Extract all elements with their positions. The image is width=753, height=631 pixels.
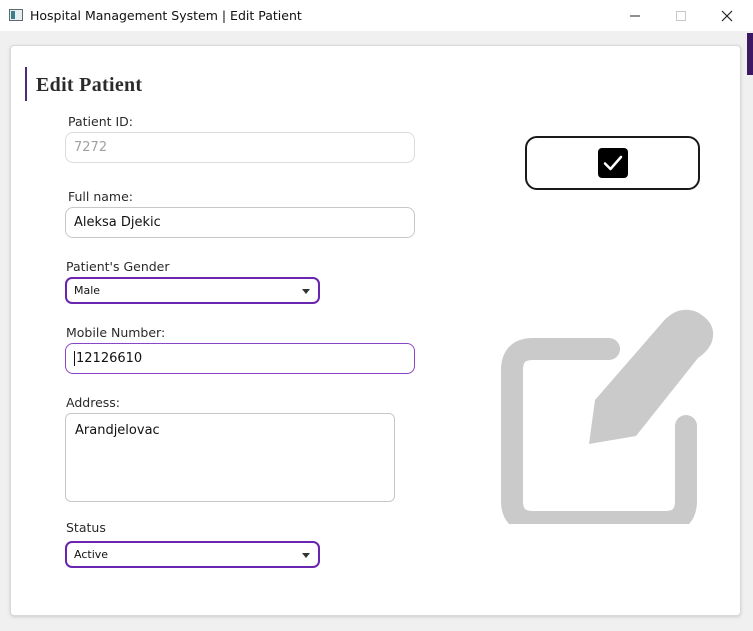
minimize-icon	[630, 15, 640, 16]
background-window-edge	[747, 33, 753, 75]
page-title: Edit Patient	[36, 74, 143, 96]
patient-id-value: 7272	[74, 140, 108, 155]
edit-pencil-icon	[501, 309, 714, 524]
chevron-down-icon	[302, 288, 310, 294]
window-title: Hospital Management System | Edit Patien…	[30, 8, 302, 23]
status-selected-value: Active	[74, 548, 109, 561]
close-icon	[721, 10, 733, 21]
chevron-down-icon	[302, 552, 310, 558]
mobile-number-value: 12126610	[76, 351, 143, 366]
gender-selected-value: Male	[74, 284, 101, 297]
text-cursor	[74, 351, 75, 366]
gender-select[interactable]: Male	[65, 277, 320, 304]
mobile-label: Mobile Number:	[66, 325, 166, 340]
address-label: Address:	[66, 395, 120, 410]
app-window-icon	[9, 9, 23, 21]
save-button[interactable]	[525, 136, 700, 190]
full-name-label: Full name:	[68, 189, 134, 204]
minimize-button[interactable]	[612, 0, 658, 31]
status-select[interactable]: Active	[65, 541, 320, 568]
address-value: Arandjelovac	[75, 423, 160, 438]
checkbox-check-icon	[597, 148, 628, 178]
full-name-value: Aleksa Djekic	[74, 215, 161, 230]
maximize-button[interactable]	[658, 0, 704, 31]
maximize-icon	[676, 10, 686, 21]
edit-patient-card: Edit Patient Patient ID: 7272 Full name:…	[10, 45, 741, 616]
close-button[interactable]	[704, 0, 750, 31]
address-textarea[interactable]: Arandjelovac	[65, 413, 395, 502]
gender-label: Patient's Gender	[66, 259, 170, 274]
title-bar: Hospital Management System | Edit Patien…	[0, 0, 753, 31]
full-name-field[interactable]: Aleksa Djekic	[65, 207, 415, 238]
heading-accent-bar	[25, 67, 27, 101]
patient-id-label: Patient ID:	[68, 114, 134, 129]
mobile-number-field[interactable]: 12126610	[65, 343, 415, 374]
patient-id-field: 7272	[65, 132, 415, 163]
status-label: Status	[66, 520, 106, 535]
